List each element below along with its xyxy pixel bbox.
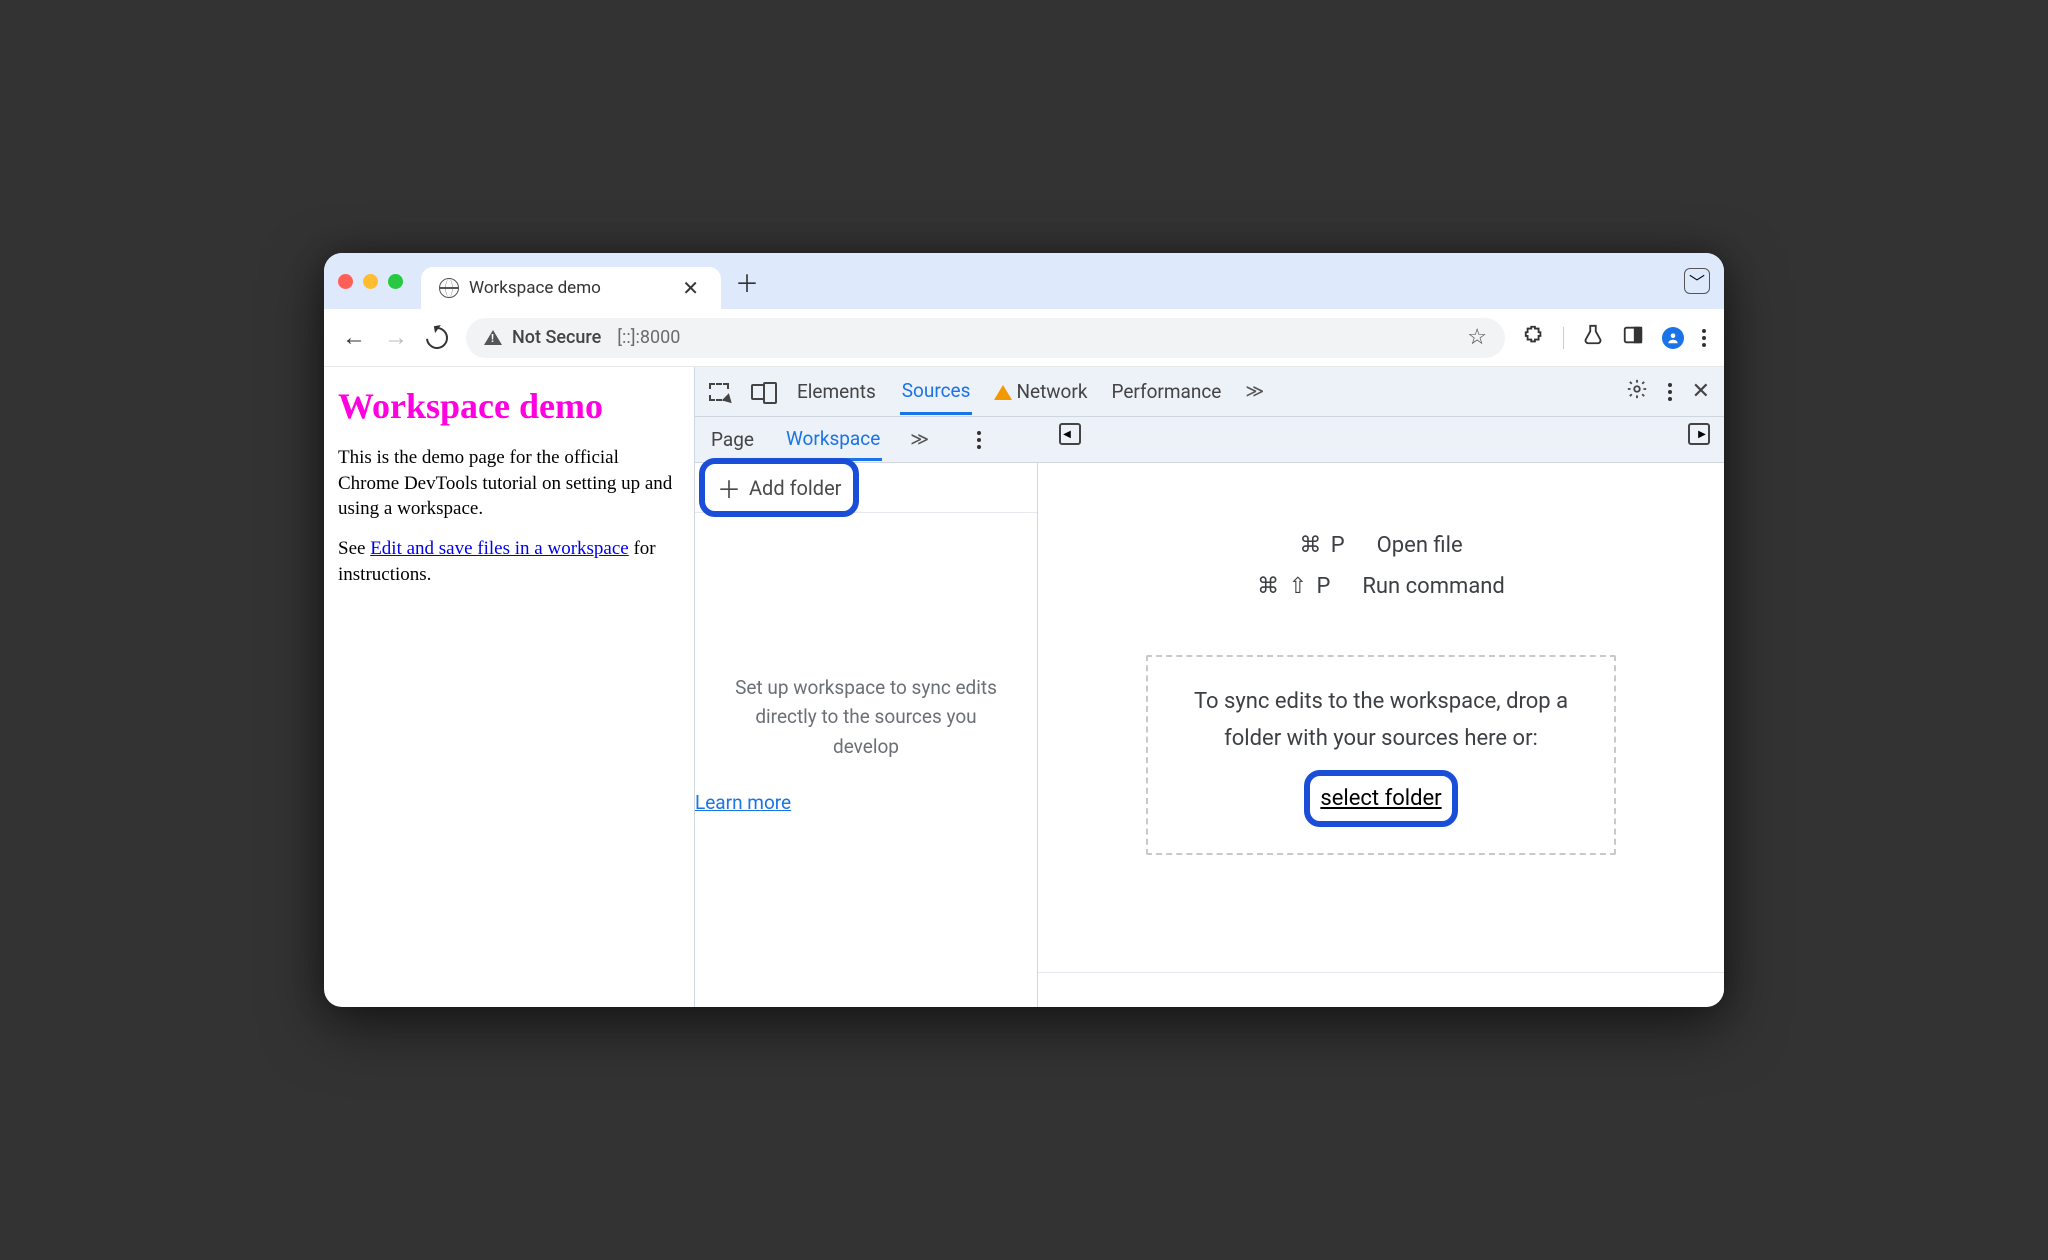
side-panel-icon[interactable] <box>1622 324 1644 352</box>
browser-menu-button[interactable] <box>1702 329 1706 347</box>
tab-network-label: Network <box>1016 380 1087 403</box>
traffic-lights <box>338 274 403 289</box>
bottom-divider <box>1038 972 1724 973</box>
select-folder-button[interactable]: select folder <box>1304 770 1457 827</box>
subtabs-menu-button[interactable] <box>977 431 981 449</box>
forward-button[interactable]: → <box>384 323 408 352</box>
more-subtabs-button[interactable]: ≫ <box>910 429 929 450</box>
security-badge: Not Secure <box>512 327 601 348</box>
tab-title: Workspace demo <box>469 278 668 298</box>
content-area: Workspace demo This is the demo page for… <box>324 367 1724 1007</box>
sources-main-panel: ⌘ P Open file ⌘ ⇧ P Run command To sync … <box>1038 463 1724 1007</box>
close-tab-button[interactable]: ✕ <box>678 276 703 300</box>
devtools-tabbar: Elements Sources Network Performance ≫ ✕ <box>695 367 1724 417</box>
open-file-label: Open file <box>1377 533 1463 558</box>
run-command-kbd: ⌘ ⇧ P <box>1257 574 1332 599</box>
tab-sources[interactable]: Sources <box>900 369 973 415</box>
add-folder-row: ＋ Add folder <box>695 463 1037 513</box>
browser-tab[interactable]: Workspace demo ✕ <box>421 267 721 309</box>
page-paragraph-1: This is the demo page for the official C… <box>338 445 680 522</box>
warning-icon <box>994 385 1012 400</box>
add-folder-button[interactable]: ＋ Add folder <box>699 458 859 517</box>
more-tabs-button[interactable]: ≫ <box>1245 381 1264 402</box>
profile-avatar[interactable] <box>1662 327 1684 349</box>
settings-gear-icon[interactable] <box>1626 378 1648 405</box>
learn-more-link[interactable]: Learn more <box>695 791 1037 814</box>
add-folder-label: Add folder <box>749 476 841 500</box>
hide-navigator-icon[interactable] <box>1059 423 1081 445</box>
tabs-dropdown-button[interactable]: ﹀ <box>1684 268 1710 294</box>
toolbar-divider <box>1563 327 1564 349</box>
new-tab-button[interactable]: ＋ <box>735 264 759 299</box>
page-heading: Workspace demo <box>338 385 680 427</box>
shortcut-run-command: ⌘ ⇧ P Run command <box>1257 574 1505 599</box>
sources-body: ＋ Add folder Set up workspace to sync ed… <box>695 463 1724 1007</box>
hide-debugger-icon[interactable] <box>1688 423 1710 445</box>
globe-icon <box>439 278 459 298</box>
back-button[interactable]: ← <box>342 323 366 352</box>
shortcut-open-file: ⌘ P Open file <box>1299 533 1462 558</box>
device-toggle-icon[interactable] <box>751 384 773 400</box>
tab-elements[interactable]: Elements <box>795 370 878 413</box>
close-window-button[interactable] <box>338 274 353 289</box>
tab-performance[interactable]: Performance <box>1109 370 1223 413</box>
devtools-menu-button[interactable] <box>1668 383 1672 401</box>
run-command-label: Run command <box>1362 574 1504 599</box>
reload-button[interactable] <box>422 322 453 353</box>
sources-subtabs: Page Workspace ≫ <box>695 417 1724 463</box>
labs-icon[interactable] <box>1582 324 1604 352</box>
browser-window: Workspace demo ✕ ＋ ﹀ ← → Not Secure [::]… <box>324 253 1724 1007</box>
warning-icon <box>484 330 502 345</box>
maximize-window-button[interactable] <box>388 274 403 289</box>
workspace-help-text: Set up workspace to sync edits directly … <box>695 673 1037 761</box>
plus-icon: ＋ <box>717 470 741 505</box>
chevron-down-icon: ﹀ <box>1689 269 1705 293</box>
webpage-viewport: Workspace demo This is the demo page for… <box>324 367 694 1007</box>
workspace-doc-link[interactable]: Edit and save files in a workspace <box>370 538 629 559</box>
extensions-icon[interactable] <box>1523 324 1545 352</box>
subtab-page[interactable]: Page <box>709 420 756 459</box>
address-bar[interactable]: Not Secure [::]:8000 ☆ <box>466 318 1505 358</box>
window-titlebar: Workspace demo ✕ ＋ ﹀ <box>324 253 1724 309</box>
close-devtools-button[interactable]: ✕ <box>1692 379 1710 404</box>
url-text: [::]:8000 <box>617 327 680 348</box>
tab-network[interactable]: Network <box>994 380 1087 403</box>
workspace-dropzone[interactable]: To sync edits to the workspace, drop a f… <box>1146 655 1616 855</box>
para2-prefix: See <box>338 538 370 559</box>
browser-toolbar: ← → Not Secure [::]:8000 ☆ <box>324 309 1724 367</box>
inspect-element-icon[interactable] <box>709 383 729 401</box>
minimize-window-button[interactable] <box>363 274 378 289</box>
open-file-kbd: ⌘ P <box>1299 533 1346 558</box>
page-paragraph-2: See Edit and save files in a workspace f… <box>338 536 680 587</box>
dropzone-text: To sync edits to the workspace, drop a f… <box>1170 683 1592 758</box>
subtab-workspace[interactable]: Workspace <box>784 419 882 461</box>
bookmark-star-icon[interactable]: ☆ <box>1467 325 1487 350</box>
devtools-panel: Elements Sources Network Performance ≫ ✕… <box>694 367 1724 1007</box>
workspace-sidebar: ＋ Add folder Set up workspace to sync ed… <box>695 463 1038 1007</box>
